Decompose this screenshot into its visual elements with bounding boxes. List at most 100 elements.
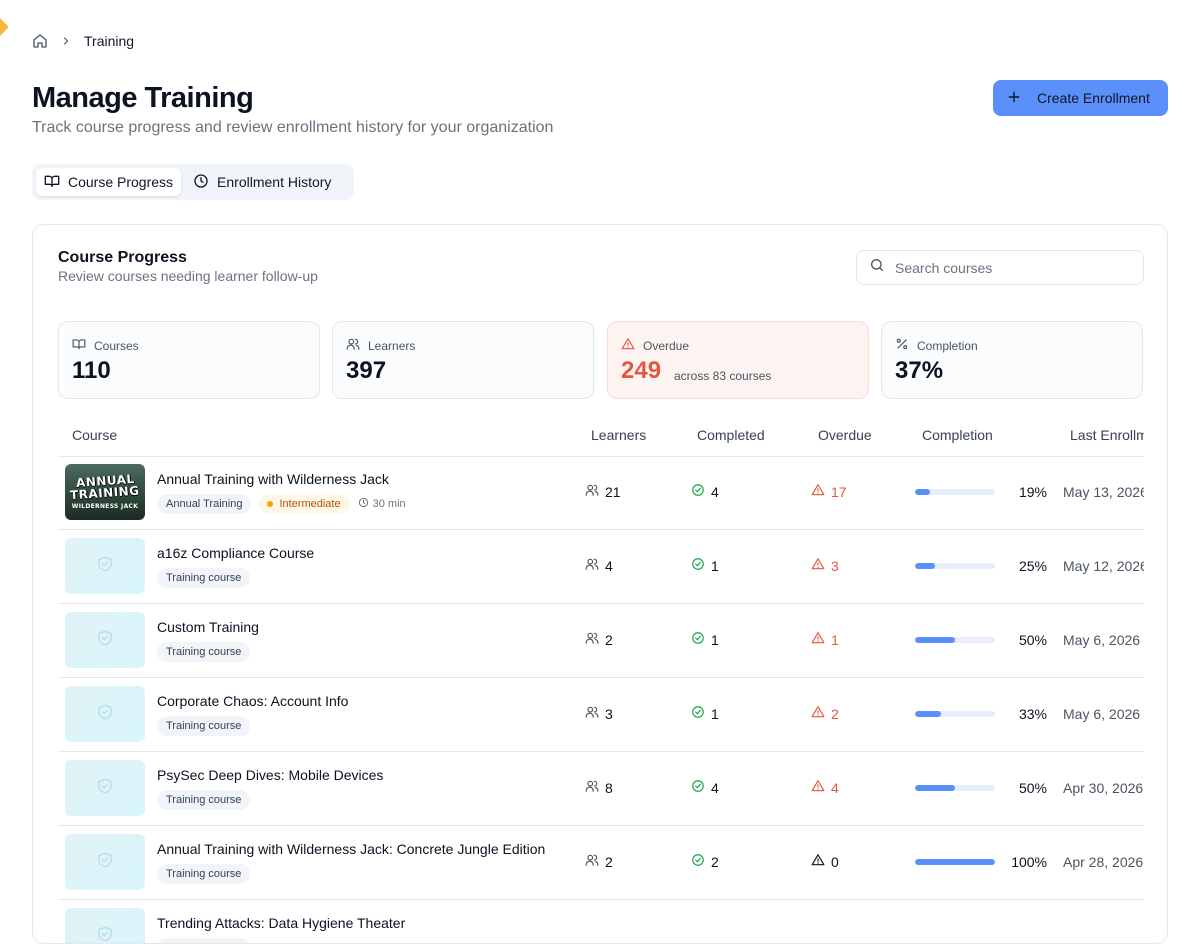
book-open-icon <box>44 173 60 192</box>
course-type-badge: Training course <box>157 716 250 736</box>
stat-label: Completion <box>917 339 978 353</box>
overdue-count: 17 <box>831 484 847 500</box>
course-name[interactable]: a16z Compliance Course <box>157 545 314 561</box>
completion-percent: 19% <box>1000 484 1047 500</box>
create-enrollment-label: Create Enrollment <box>1037 90 1150 106</box>
clock-icon <box>358 497 369 511</box>
duration-label: 30 min <box>373 498 406 510</box>
completion-progress-fill <box>915 711 941 717</box>
home-icon[interactable] <box>32 33 48 49</box>
completed-cell: 4 <box>691 483 719 500</box>
last-enrollment-date: Apr 28, 2026 <box>1063 854 1144 870</box>
table-row[interactable]: Corporate Chaos: Account Info Training co… <box>58 678 1144 752</box>
search-input[interactable] <box>893 259 1127 277</box>
last-enrollment-date: May 13, 2026 <box>1063 484 1144 500</box>
completed-cell: 1 <box>691 631 719 648</box>
difficulty-label: Intermediate <box>279 498 340 510</box>
course-name[interactable]: Annual Training with Wilderness Jack: Co… <box>157 841 545 857</box>
column-header-learners[interactable]: Learners <box>591 427 646 443</box>
column-header-completion[interactable]: Completion <box>922 427 993 443</box>
percent-icon <box>895 337 909 354</box>
overdue-count: 4 <box>831 780 839 796</box>
completion-progress-bar <box>915 785 995 791</box>
overdue-cell: 17 <box>811 483 847 500</box>
table-row[interactable]: Custom TrainingTraining course21150%May … <box>58 604 1144 678</box>
completion-progress-bar <box>915 711 995 717</box>
column-header-completed[interactable]: Completed <box>697 427 765 443</box>
overdue-count: 1 <box>831 632 839 648</box>
last-enrollment-date: May 12, 2026 <box>1063 558 1144 574</box>
overdue-cell: 1 <box>811 631 839 648</box>
completed-count: 1 <box>711 706 719 722</box>
table-row[interactable]: ANNUALTRAININGWILDERNESS JACKAnnual Trai… <box>58 456 1144 530</box>
column-header-overdue[interactable]: Overdue <box>818 427 872 443</box>
course-type-badge: Training course <box>157 864 250 884</box>
alert-triangle-icon <box>811 631 825 648</box>
tab-label: Course Progress <box>68 174 173 190</box>
learners-count: 8 <box>605 780 613 796</box>
clock-icon <box>193 173 209 192</box>
breadcrumb-current: Training <box>84 33 134 49</box>
completion-progress-fill <box>915 489 930 495</box>
learners-count: 4 <box>605 558 613 574</box>
stat-value: 397 <box>346 357 386 385</box>
completed-cell: 4 <box>691 779 719 796</box>
stat-label: Learners <box>368 339 415 353</box>
course-tags: Training course <box>157 642 250 662</box>
completion-progress-bar <box>915 637 995 643</box>
course-type-badge: Annual Training <box>157 494 251 514</box>
tab-label: Enrollment History <box>217 174 331 190</box>
users-icon <box>585 779 599 796</box>
table-row[interactable]: Annual Training with Wilderness Jack: Co… <box>58 826 1144 900</box>
chevron-right-icon <box>60 35 72 47</box>
completed-cell: 1 <box>691 557 719 574</box>
course-name[interactable]: Trending Attacks: Data Hygiene Theater <box>157 915 405 931</box>
completion-percent: 100% <box>1000 854 1047 870</box>
alert-triangle-icon <box>811 557 825 574</box>
completion-progress-fill <box>915 785 955 791</box>
stat-learners: Learners 397 <box>332 321 594 399</box>
alert-triangle-icon <box>811 779 825 796</box>
overdue-cell: 4 <box>811 779 839 796</box>
check-circle-icon <box>691 779 705 796</box>
create-enrollment-button[interactable]: Create Enrollment <box>993 80 1168 116</box>
completed-count: 1 <box>711 632 719 648</box>
alert-triangle-icon <box>621 337 635 354</box>
course-name[interactable]: Corporate Chaos: Account Info <box>157 693 348 709</box>
table-row[interactable]: PsySec Deep Dives: Mobile DevicesTrainin… <box>58 752 1144 826</box>
completion-progress-fill <box>915 563 935 569</box>
column-header-last-enrollment[interactable]: Last Enrollment <box>1070 427 1144 443</box>
shield-check-icon <box>96 703 114 726</box>
completed-cell: 1 <box>691 705 719 722</box>
search-icon <box>869 257 885 278</box>
shield-check-icon <box>96 629 114 652</box>
completion-progress-bar <box>915 563 995 569</box>
stat-completion: Completion 37% <box>881 321 1143 399</box>
completion-progress-bar <box>915 859 995 865</box>
course-type-badge: Training course <box>157 938 250 944</box>
status-dot <box>267 501 273 507</box>
users-icon <box>585 705 599 722</box>
tab-enrollment-history[interactable]: Enrollment History <box>185 168 339 196</box>
course-thumbnail <box>65 538 145 594</box>
check-circle-icon <box>691 853 705 870</box>
course-name[interactable]: Custom Training <box>157 619 259 635</box>
stat-value: 110 <box>72 357 111 385</box>
card-title: Course Progress <box>58 249 187 267</box>
users-icon <box>585 631 599 648</box>
shield-check-icon <box>96 777 114 800</box>
course-name[interactable]: PsySec Deep Dives: Mobile Devices <box>157 767 383 783</box>
last-enrollment-date: May 6, 2026 <box>1063 632 1144 648</box>
course-tags: Annual Training Intermediate 30 min <box>157 494 406 514</box>
page-subtitle: Track course progress and review enrollm… <box>32 119 553 137</box>
check-circle-icon <box>691 557 705 574</box>
course-name[interactable]: Annual Training with Wilderness Jack <box>157 471 389 487</box>
completion-progress-bar <box>915 489 995 495</box>
table-row[interactable]: a16z Compliance CourseTraining course413… <box>58 530 1144 604</box>
column-header-course[interactable]: Course <box>72 427 117 443</box>
table-row[interactable]: Trending Attacks: Data Hygiene Theater Tr… <box>58 900 1144 944</box>
decorative-badge <box>0 17 9 37</box>
tab-course-progress[interactable]: Course Progress <box>36 168 181 196</box>
users-icon <box>585 483 599 500</box>
course-table-body: ANNUALTRAININGWILDERNESS JACKAnnual Trai… <box>58 456 1144 944</box>
